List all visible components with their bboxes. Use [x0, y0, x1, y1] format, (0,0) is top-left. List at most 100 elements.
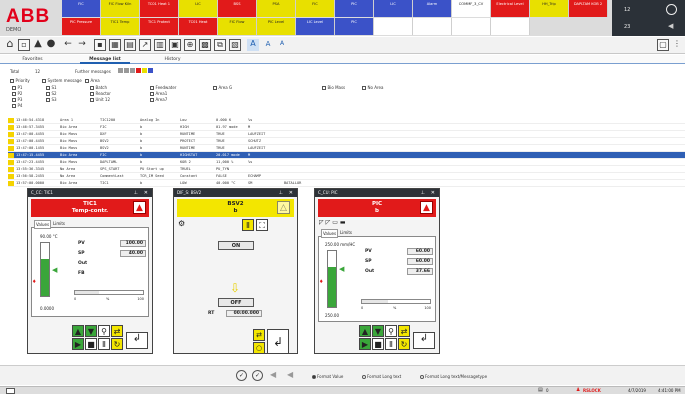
- filter-checkbox[interactable]: Feedwater: [150, 85, 176, 90]
- table-row[interactable]: 13:47:00.4455 Bio Mass DXF b RUNTIME TRUE LAUF…: [8, 131, 685, 138]
- stop-button[interactable]: ■: [372, 338, 384, 350]
- alarm-cell[interactable]: PIC Pressure: [62, 18, 101, 35]
- filter-checkbox[interactable]: S2: [46, 91, 57, 96]
- trend-icon[interactable]: ↗: [139, 39, 151, 51]
- alarm-cell[interactable]: [491, 18, 530, 35]
- interlock-button[interactable]: Ⅱ: [242, 219, 254, 231]
- pin-icon[interactable]: ⊥: [134, 190, 138, 196]
- alarm-cell[interactable]: TIC1 Protect: [140, 18, 179, 35]
- faceplate-icon[interactable]: ▣: [169, 39, 181, 51]
- zoom-icon[interactable]: ⊕: [184, 39, 196, 51]
- return-icon[interactable]: ↲: [267, 329, 289, 354]
- layout-icon[interactable]: ▧: [229, 39, 241, 51]
- external-button[interactable]: ⇄: [111, 325, 123, 337]
- reset-button[interactable]: ↻: [398, 338, 410, 350]
- filter-checkbox[interactable]: Bio Mass: [322, 85, 345, 90]
- screen-3-icon[interactable]: ▤: [124, 39, 136, 51]
- alarm-cell[interactable]: PIC: [335, 0, 374, 17]
- filter-checkbox[interactable]: Area1: [150, 91, 167, 96]
- filter-checkbox[interactable]: Batch: [90, 85, 107, 90]
- hold-button[interactable]: Ⅱ: [385, 338, 397, 350]
- manual-button[interactable]: ⚲: [385, 325, 397, 337]
- alarm-cell[interactable]: TC01 Heat: [179, 18, 218, 35]
- alarm-cell[interactable]: LIC: [374, 0, 413, 17]
- alarm-cell[interactable]: [413, 18, 452, 35]
- screen-2-icon[interactable]: ▦: [109, 39, 121, 51]
- output-slider[interactable]: [74, 290, 144, 295]
- man-button[interactable]: ⇄: [253, 329, 265, 341]
- alarm-cell[interactable]: [452, 18, 491, 35]
- tab-values[interactable]: Values: [321, 229, 339, 238]
- acknowledge-icon[interactable]: ✓: [236, 370, 247, 381]
- run-button[interactable]: ▶: [359, 338, 371, 350]
- tab-limits[interactable]: Limits: [339, 229, 353, 236]
- tab-favorites[interactable]: Favorites: [10, 55, 55, 64]
- alarm-cell[interactable]: BSS: [218, 0, 257, 17]
- auto-up-button[interactable]: ▲: [72, 325, 84, 337]
- table-row[interactable]: 13:47:15.4455 Bio Area FIC b HIGHSTAT 20.017 …: [8, 152, 685, 159]
- table-row[interactable]: 13:56:58.2455 No Area CommentLast TCR_IM Se…: [8, 173, 685, 180]
- alarm-cell[interactable]: [374, 18, 413, 35]
- off-button[interactable]: OFF: [218, 298, 254, 307]
- return-icon[interactable]: ↲: [126, 332, 148, 349]
- window-restore-icon[interactable]: ▢: [657, 39, 669, 51]
- auto-down-button[interactable]: ▼: [85, 325, 97, 337]
- alarm-cell[interactable]: PIC: [335, 18, 374, 35]
- overview-icon[interactable]: ▫: [18, 39, 30, 51]
- return-icon[interactable]: ↲: [413, 332, 435, 349]
- sp-value[interactable]: 40.00: [120, 250, 146, 257]
- info-icon[interactable]: ●: [45, 39, 57, 51]
- alarm-triangle-icon[interactable]: ▲: [133, 201, 146, 214]
- format-messagetype-radio[interactable]: Format Long text/Messagetype: [420, 374, 487, 379]
- back-arrow-icon[interactable]: ←: [62, 39, 74, 51]
- home-icon[interactable]: ⌂: [4, 38, 16, 51]
- alarm-cell[interactable]: LIC: [179, 0, 218, 17]
- horn-off-icon[interactable]: ◀: [287, 370, 293, 379]
- alarm-cell[interactable]: TIC1 Temp: [101, 18, 140, 35]
- alarm-cell[interactable]: LIC Level: [296, 18, 335, 35]
- close-icon[interactable]: ✕: [144, 190, 148, 196]
- horn-mute-icon[interactable]: ◀: [270, 370, 276, 379]
- filter-checkbox[interactable]: Unit 12: [90, 97, 110, 102]
- filter-checkbox[interactable]: Area G: [213, 85, 232, 90]
- network-icon[interactable]: ⧉: [214, 39, 226, 51]
- forward-arrow-icon[interactable]: →: [76, 39, 88, 51]
- alarm-cell[interactable]: PIC Level: [257, 18, 296, 35]
- alarm-triangle-icon[interactable]: ▲: [32, 39, 44, 51]
- alarm-cell[interactable]: Electrical Level: [491, 0, 530, 17]
- priority-checkbox[interactable]: Priority: [10, 78, 30, 83]
- table-row[interactable]: 13:47:00.4455 Bio Mass BSV2 b PROTECT TRUE SCH…: [8, 138, 685, 145]
- tab-values[interactable]: Values: [34, 220, 52, 229]
- table-row[interactable]: 13:46:54.4318 Area 1 TIC1200 Analog In Low 0.…: [8, 117, 685, 124]
- filter-checkbox[interactable]: No Area: [362, 85, 383, 90]
- print-icon[interactable]: ▩: [199, 39, 211, 51]
- filter-checkbox[interactable]: P4: [12, 103, 22, 108]
- alarm-cell[interactable]: FIC Flow: [218, 18, 257, 35]
- alarm-cell[interactable]: COMMF_3_CV: [452, 0, 491, 17]
- tab-limits[interactable]: Limits: [52, 220, 66, 227]
- alarm-cell[interactable]: DAPLTAM KOB 2: [569, 0, 608, 17]
- stop-button[interactable]: ■: [85, 338, 97, 350]
- table-row[interactable]: 13:46:57.3455 Bio Area FIC b HIGH 01.97 mode M: [8, 124, 685, 131]
- filter-checkbox[interactable]: S3: [46, 97, 57, 102]
- auto-up-button[interactable]: ▲: [359, 325, 371, 337]
- area-checkbox[interactable]: Area: [85, 78, 100, 83]
- auto-button[interactable]: ○: [253, 342, 265, 354]
- text-size-medium-icon[interactable]: A: [262, 39, 274, 51]
- manual-button[interactable]: ⚲: [98, 325, 110, 337]
- horn-icon[interactable]: ◀: [668, 23, 677, 30]
- table-row[interactable]: 13:47:00.1455 Bio Mass BSV2 b RUNTIME TRUE LAU…: [8, 145, 685, 152]
- on-button[interactable]: ON: [218, 241, 254, 250]
- filter-checkbox[interactable]: S1: [46, 85, 57, 90]
- run-button[interactable]: ▶: [72, 338, 84, 350]
- close-icon[interactable]: ✕: [431, 190, 435, 196]
- alarm-cell[interactable]: FIC: [296, 0, 335, 17]
- alarm-triangle-icon[interactable]: ▲: [420, 201, 433, 214]
- further-messages-icons[interactable]: [118, 68, 158, 74]
- chart-icon[interactable]: ▥: [154, 39, 166, 51]
- alarm-cell[interactable]: PSA: [257, 0, 296, 17]
- tool-icons[interactable]: ◸◸▭▬: [319, 219, 379, 227]
- output-slider[interactable]: [361, 299, 431, 304]
- text-size-small-icon[interactable]: A: [276, 39, 288, 51]
- hold-button[interactable]: Ⅱ: [98, 338, 110, 350]
